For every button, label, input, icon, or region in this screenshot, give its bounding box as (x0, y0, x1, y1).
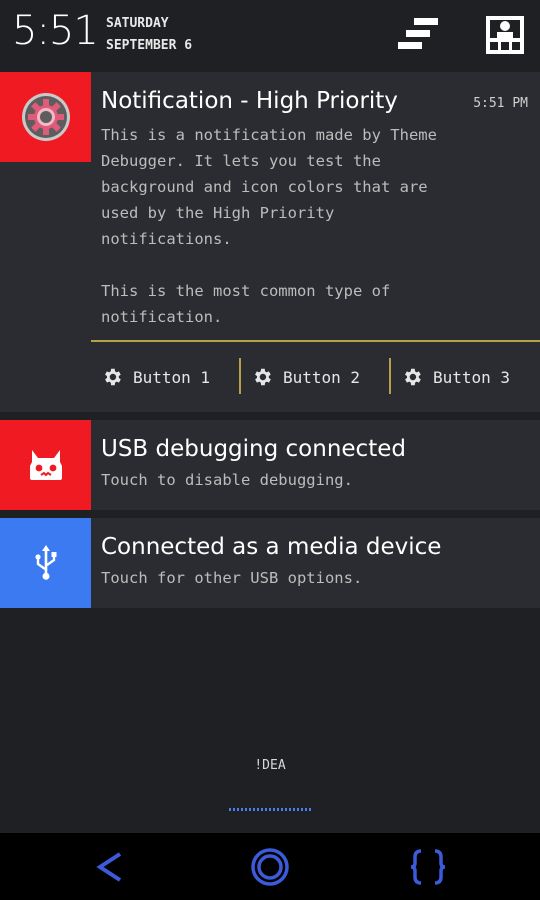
date-label: SEPTEMBER 6 (106, 38, 193, 53)
page-indicator (229, 808, 313, 811)
quick-settings-icon[interactable] (396, 18, 440, 58)
date-block: SATURDAY SEPTEMBER 6 (106, 13, 192, 57)
day-label: SATURDAY (106, 16, 169, 31)
body-line: notifications. (101, 230, 232, 248)
user-profile-icon[interactable] (486, 16, 524, 58)
body-line: notification. (101, 308, 223, 326)
back-icon[interactable] (70, 833, 150, 900)
gear-icon (255, 368, 271, 386)
notification-icon-box (0, 518, 91, 608)
notification-media-device[interactable]: Connected as a media device Touch for ot… (0, 518, 540, 608)
settings-gear-icon (21, 93, 70, 141)
notification-subtitle: Touch for other USB options. (101, 569, 363, 587)
clock: 5:51 (12, 8, 99, 54)
notification-usb-debugging[interactable]: USB debugging connected Touch to disable… (0, 420, 540, 510)
action-button-1[interactable]: Button 1 (91, 342, 240, 412)
action-label: Button 3 (433, 367, 511, 387)
footer-label: !DEA (254, 758, 286, 773)
status-header: 5:51 SATURDAY SEPTEMBER 6 (0, 0, 540, 72)
action-label: Button 1 (133, 367, 211, 387)
notification-title: USB debugging connected (101, 436, 406, 462)
action-label: Button 2 (283, 367, 361, 387)
body-line: This is the most common type of (101, 282, 391, 300)
notification-icon-box (0, 72, 91, 162)
home-icon[interactable] (230, 833, 310, 900)
gear-icon (105, 368, 121, 386)
body-line: Debugger. It lets you test the (101, 152, 381, 170)
notification-subtitle: Touch to disable debugging. (101, 471, 353, 489)
body-line: used by the High Priority (101, 204, 335, 222)
notification-title: Notification - High Priority (101, 88, 398, 114)
action-button-2[interactable]: Button 2 (241, 342, 390, 412)
body-line: This is a notification made by Theme (101, 126, 437, 144)
action-button-3[interactable]: Button 3 (391, 342, 540, 412)
notification-actions: Button 1 Button 2 Button 3 (91, 342, 540, 412)
notification-body: This is a notification made by Theme Deb… (101, 122, 437, 330)
gear-icon (405, 368, 421, 386)
navigation-bar (0, 833, 540, 900)
recents-icon[interactable] (388, 833, 468, 900)
cyanogenmod-mascot-icon (29, 450, 62, 480)
body-line (101, 252, 437, 278)
notification-high-priority[interactable]: Notification - High Priority 5:51 PM Thi… (0, 72, 540, 412)
notification-time: 5:51 PM (473, 96, 528, 111)
notification-title: Connected as a media device (101, 534, 442, 560)
body-line: background and icon colors that are (101, 178, 428, 196)
usb-icon (34, 545, 56, 580)
notification-icon-box (0, 420, 91, 510)
